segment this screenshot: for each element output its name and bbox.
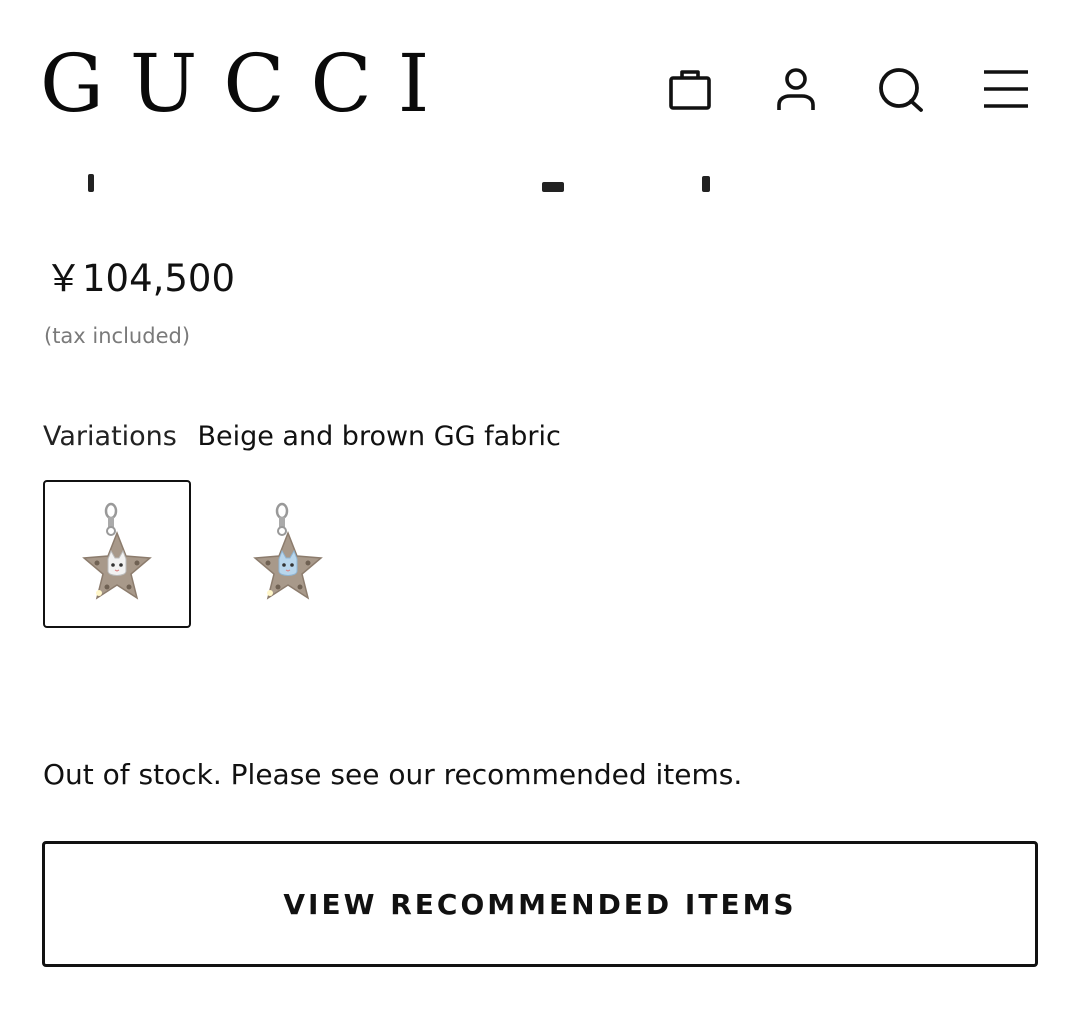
menu-icon[interactable] [981,64,1031,114]
search-icon[interactable] [876,64,926,114]
view-recommended-items-button[interactable]: VIEW RECOMMENDED ITEMS [42,841,1038,967]
truncated-description-line [42,152,742,192]
variations-row: Variations Beige and brown GG fabric [43,421,561,452]
tax-note: (tax included) [44,324,191,348]
gucci-logo[interactable]: GUCCI [40,44,455,124]
shopping-bag-icon[interactable] [665,64,715,114]
out-of-stock-message: Out of stock. Please see our recommended… [43,758,743,791]
account-icon[interactable] [771,64,821,114]
star-keychain-white-cat-icon [82,502,152,600]
variations-label: Variations [43,421,177,452]
site-header: GUCCI [0,0,1080,150]
product-price: ￥104,500 [45,257,236,300]
variant-thumbnail-selected[interactable] [43,480,191,628]
variant-thumbnail[interactable] [214,480,362,628]
star-keychain-blue-cat-icon [253,502,323,600]
variations-value: Beige and brown GG fabric [197,421,561,452]
